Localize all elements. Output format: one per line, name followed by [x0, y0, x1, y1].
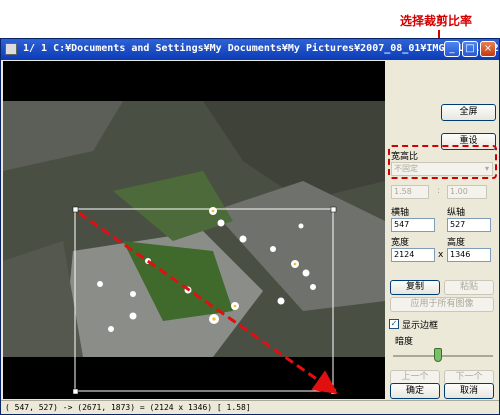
photo	[3, 101, 385, 357]
brightness-slider-thumb[interactable]	[434, 348, 442, 362]
height-label: 高度	[447, 238, 466, 248]
aspect-ratio-select[interactable]: 不固定 ▾	[391, 162, 493, 176]
crop-handle-bottom-left[interactable]	[72, 388, 79, 395]
apply-all-button[interactable]: 应用于所有图像	[390, 297, 494, 312]
crop-handle-bottom-right[interactable]	[330, 388, 337, 395]
copy-button[interactable]: 复制	[390, 280, 440, 295]
side-panel: 全屏 重设 宽高比 不固定 ▾ 1.58 : 1.00 横轴 纵轴 547 52…	[387, 61, 499, 399]
fullscreen-button[interactable]: 全屏	[441, 104, 496, 121]
cancel-button[interactable]: 取消	[444, 383, 494, 399]
size-separator: x	[438, 250, 444, 260]
image-viewer[interactable]	[3, 61, 385, 399]
window-title: 1/ 1 C:¥Documents and Settings¥My Docume…	[23, 43, 499, 54]
photo-canvas[interactable]	[3, 61, 385, 399]
ratio-height-field[interactable]: 1.00	[447, 185, 487, 199]
brightness-label: 暗度	[395, 337, 414, 347]
show-border-label: 显示边框	[402, 321, 439, 331]
status-bar: ( 547, 527) -> (2671, 1873) = (2124 x 13…	[1, 400, 499, 414]
crop-window: 1/ 1 C:¥Documents and Settings¥My Docume…	[0, 38, 500, 415]
crop-handle-top-left[interactable]	[72, 206, 79, 213]
crop-handle-top-right[interactable]	[330, 206, 337, 213]
brightness-slider-track[interactable]	[393, 355, 493, 357]
app-icon	[5, 43, 17, 55]
y-axis-label: 纵轴	[447, 208, 466, 218]
width-field[interactable]: 2124	[391, 248, 435, 262]
aspect-ratio-value: 不固定	[394, 164, 418, 173]
ok-button[interactable]: 确定	[390, 383, 440, 399]
x-position-field[interactable]: 547	[391, 218, 435, 232]
height-field[interactable]: 1346	[447, 248, 491, 262]
y-position-field[interactable]: 527	[447, 218, 491, 232]
width-label: 宽度	[391, 238, 410, 248]
aspect-ratio-label: 宽高比	[391, 152, 419, 162]
paste-button[interactable]: 粘贴	[444, 280, 494, 295]
maximize-button[interactable]: □	[462, 41, 478, 57]
close-button[interactable]: ×	[480, 41, 496, 57]
minimize-button[interactable]: _	[444, 41, 460, 57]
chevron-down-icon: ▾	[484, 164, 489, 173]
ratio-separator: :	[437, 186, 441, 196]
annotation-label: 选择裁剪比率	[400, 14, 473, 28]
x-axis-label: 横轴	[391, 208, 410, 218]
ratio-width-field[interactable]: 1.58	[391, 185, 429, 199]
title-bar[interactable]: 1/ 1 C:¥Documents and Settings¥My Docume…	[1, 39, 499, 60]
show-border-checkbox[interactable]: ✓	[389, 319, 399, 329]
